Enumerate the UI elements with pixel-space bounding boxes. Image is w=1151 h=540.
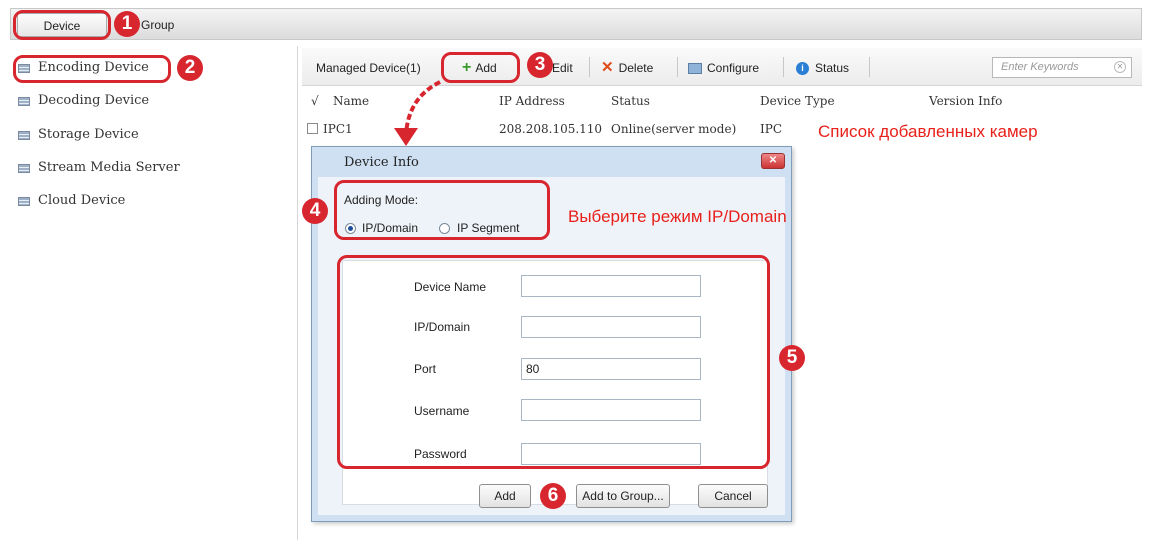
callout-2: 2 bbox=[177, 55, 203, 81]
highlight-device-fields bbox=[337, 255, 770, 469]
column-header-status[interactable]: Status bbox=[611, 92, 650, 110]
sidebar-item-storage-device[interactable]: Storage Device bbox=[18, 124, 139, 146]
add-to-group-button[interactable]: Add to Group... bbox=[576, 484, 670, 508]
dialog-title: Device Info bbox=[344, 155, 419, 170]
search-placeholder: Enter Keywords bbox=[1001, 61, 1079, 73]
sidebar-item-label: Stream Media Server bbox=[38, 160, 180, 175]
sidebar-item-cloud-device[interactable]: Cloud Device bbox=[18, 190, 125, 212]
configure-button-label: Configure bbox=[707, 61, 760, 75]
clear-icon[interactable]: ✕ bbox=[1114, 61, 1126, 73]
column-header-name[interactable]: Name bbox=[333, 92, 369, 110]
highlight-encoding-device bbox=[13, 55, 171, 83]
column-header-version[interactable]: Version Info bbox=[929, 92, 1002, 110]
sidebar-item-label: Decoding Device bbox=[38, 93, 150, 108]
toolbar-divider bbox=[869, 57, 870, 77]
callout-3: 3 bbox=[527, 52, 553, 78]
column-header-select[interactable]: √ bbox=[311, 92, 319, 110]
toolbar-divider bbox=[677, 57, 678, 77]
highlight-device-tab bbox=[13, 10, 111, 40]
status-button[interactable]: i Status bbox=[796, 58, 849, 78]
info-icon: i bbox=[796, 61, 809, 75]
column-header-type[interactable]: Device Type bbox=[760, 92, 835, 110]
server-icon bbox=[18, 163, 30, 173]
sidebar-item-label: Cloud Device bbox=[38, 193, 126, 208]
status-button-label: Status bbox=[815, 61, 850, 75]
row-checkbox[interactable] bbox=[307, 123, 318, 134]
add-confirm-button[interactable]: Add bbox=[479, 484, 531, 508]
search-input[interactable]: Enter Keywords ✕ bbox=[992, 57, 1132, 78]
delete-button[interactable]: ✕ Delete bbox=[601, 58, 653, 78]
sidebar-item-label: Storage Device bbox=[38, 127, 139, 142]
toolbar-divider bbox=[589, 57, 590, 77]
callout-4: 4 bbox=[302, 198, 328, 224]
arrow-icon bbox=[394, 80, 441, 146]
device-icon bbox=[18, 130, 30, 140]
callout-6: 6 bbox=[540, 483, 566, 509]
highlight-adding-mode bbox=[334, 180, 550, 240]
cell-ip: 208.208.105.110 bbox=[499, 122, 603, 136]
sidebar-item-decoding-device[interactable]: Decoding Device bbox=[18, 90, 149, 112]
cell-status: Online(server mode) bbox=[611, 122, 737, 136]
callout-1: 1 bbox=[114, 11, 140, 37]
column-header-ip[interactable]: IP Address bbox=[499, 92, 565, 110]
configure-icon bbox=[688, 62, 702, 74]
cell-type: IPC bbox=[760, 122, 782, 136]
device-icon bbox=[18, 196, 30, 206]
highlight-add-button bbox=[441, 52, 520, 83]
managed-device-count: Managed Device(1) bbox=[316, 61, 421, 75]
sidebar-item-stream-media-server[interactable]: Stream Media Server bbox=[18, 157, 180, 179]
top-tab-bar: Device Group bbox=[10, 8, 1142, 40]
device-icon bbox=[18, 96, 30, 106]
device-type-sidebar bbox=[10, 46, 298, 540]
select-mode-note: Выберите режим IP/Domain bbox=[568, 207, 787, 226]
close-icon[interactable]: ✕ bbox=[761, 153, 785, 169]
toolbar-divider bbox=[783, 57, 784, 77]
edit-button[interactable]: Edit bbox=[552, 58, 573, 78]
configure-button[interactable]: Configure bbox=[688, 58, 759, 78]
cell-name[interactable]: IPC1 bbox=[323, 121, 353, 137]
cancel-button[interactable]: Cancel bbox=[698, 484, 768, 508]
edit-button-label: Edit bbox=[552, 61, 573, 75]
delete-x-icon: ✕ bbox=[601, 59, 614, 76]
delete-button-label: Delete bbox=[618, 61, 654, 75]
camera-list-note: Список добавленных камер bbox=[818, 122, 1038, 141]
callout-5: 5 bbox=[779, 345, 805, 371]
